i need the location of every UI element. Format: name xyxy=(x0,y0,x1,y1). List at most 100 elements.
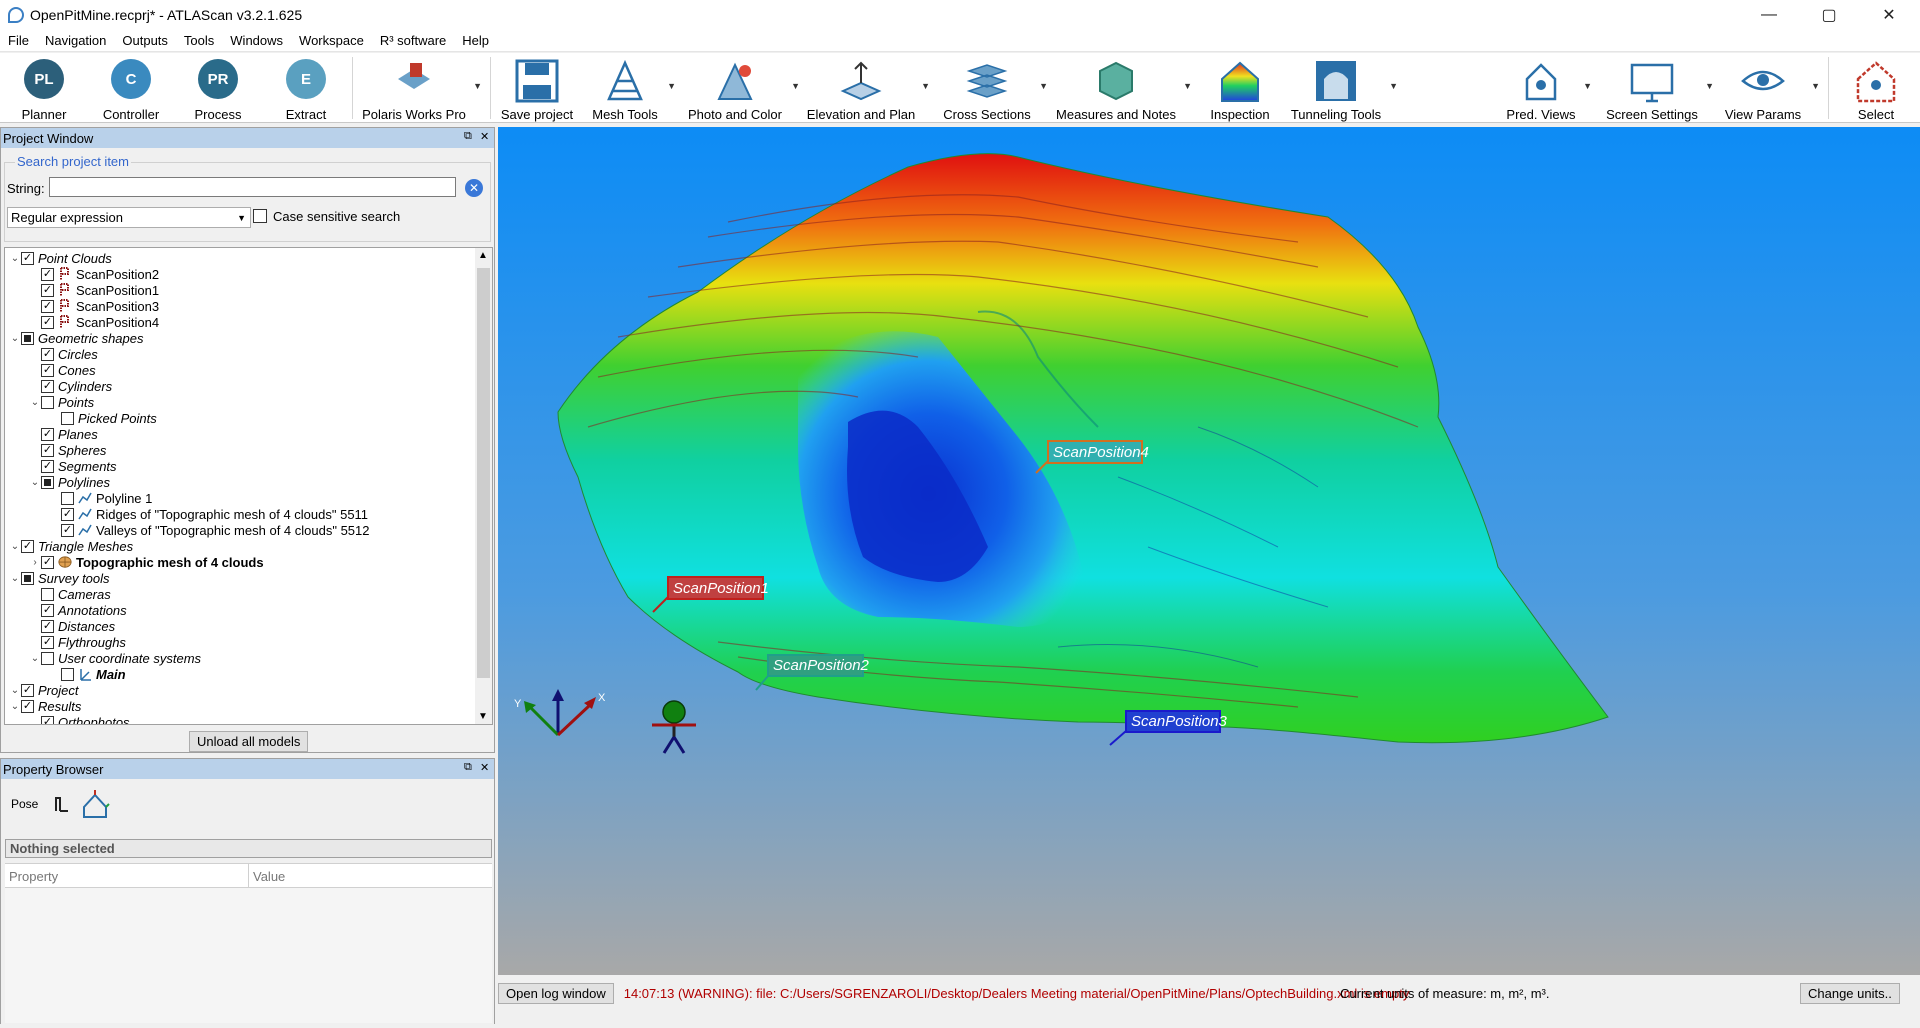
unload-all-models-button[interactable]: Unload all models xyxy=(189,731,309,752)
pred-views-dropdown-arrow[interactable]: ▼ xyxy=(1583,81,1592,91)
tree-item-checkbox[interactable]: ✓ xyxy=(41,267,54,281)
tree-item-checkbox[interactable]: ✓ xyxy=(41,363,54,377)
pred-views-button[interactable]: Pred. Views ▼ xyxy=(1506,53,1592,123)
scroll-down-arrow[interactable]: ▼ xyxy=(478,711,488,722)
tree-item[interactable]: ✓ ScanPosition4 xyxy=(29,314,159,330)
tree-item-checkbox[interactable]: ✓ xyxy=(41,619,54,633)
tree-item[interactable]: ✓ Circles xyxy=(29,346,98,362)
3d-viewport[interactable]: ScanPosition4 ScanPosition1 ScanPosition… xyxy=(498,127,1920,975)
tree-scrollbar[interactable]: ▲ ▼ xyxy=(475,248,492,724)
tree-item[interactable]: ✓ Annotations xyxy=(29,602,127,618)
tunneling-tools-button[interactable]: Tunneling Tools ▼ xyxy=(1290,53,1398,123)
menu-r3-software[interactable]: R³ software xyxy=(372,33,454,48)
tree-item[interactable]: ⌄ ✓ Point Clouds xyxy=(9,250,112,266)
tunneling-dropdown-arrow[interactable]: ▼ xyxy=(1389,81,1398,91)
tree-item-checkbox[interactable] xyxy=(61,411,74,425)
tree-item[interactable]: ✓ Orthophotos xyxy=(29,714,130,724)
close-pane-icon[interactable]: ✕ xyxy=(480,761,489,774)
search-mode-select[interactable]: Regular expression ▼ xyxy=(7,207,251,228)
tree-item-checkbox[interactable] xyxy=(41,587,54,601)
polaris-dropdown-arrow[interactable]: ▼ xyxy=(473,81,482,91)
tree-item-checkbox[interactable] xyxy=(41,651,54,665)
pose-button[interactable]: Pose xyxy=(5,795,44,813)
cross-sections-dropdown-arrow[interactable]: ▼ xyxy=(1039,81,1048,91)
tree-item[interactable]: ⌄ Polylines xyxy=(29,474,110,490)
cross-sections-button[interactable]: Cross Sections ▼ xyxy=(942,53,1048,123)
tree-item-checkbox[interactable]: ✓ xyxy=(61,523,74,537)
tree-item-checkbox[interactable] xyxy=(41,395,54,409)
expand-toggle-icon[interactable]: ⌄ xyxy=(29,653,41,664)
project-tree[interactable]: ⌄ ✓ Point Clouds ✓ ScanPosition2 ✓ ScanPositio… xyxy=(4,247,493,725)
tree-item[interactable]: ⌄ Points xyxy=(29,394,94,410)
scroll-thumb[interactable] xyxy=(477,268,490,678)
tree-item[interactable]: ✓ Planes xyxy=(29,426,98,442)
tree-item-checkbox[interactable]: ✓ xyxy=(41,635,54,649)
view-params-dropdown-arrow[interactable]: ▼ xyxy=(1811,81,1820,91)
tree-item[interactable]: ✓ Flythroughs xyxy=(29,634,126,650)
mesh-tools-button[interactable]: Mesh Tools ▼ xyxy=(590,53,676,123)
open-log-window-button[interactable]: Open log window xyxy=(498,982,614,1004)
tree-item-checkbox[interactable] xyxy=(61,667,74,681)
tree-item[interactable]: Polyline 1 xyxy=(49,490,152,506)
photo-and-color-button[interactable]: Photo and Color ▼ xyxy=(686,53,800,123)
tree-item-checkbox[interactable]: ✓ xyxy=(21,683,34,697)
screen-settings-dropdown-arrow[interactable]: ▼ xyxy=(1705,81,1714,91)
tree-item-checkbox[interactable]: ✓ xyxy=(41,299,54,313)
tree-item[interactable]: Main xyxy=(49,666,126,682)
search-input[interactable] xyxy=(49,177,456,197)
elevation-plan-dropdown-arrow[interactable]: ▼ xyxy=(921,81,930,91)
tree-item-checkbox[interactable]: ✓ xyxy=(41,603,54,617)
menu-help[interactable]: Help xyxy=(454,33,497,48)
case-sensitive-checkbox[interactable] xyxy=(253,209,267,223)
tree-item-checkbox[interactable] xyxy=(41,475,54,489)
tree-item[interactable]: ⌄ Survey tools xyxy=(9,570,110,586)
close-pane-icon[interactable]: ✕ xyxy=(480,130,489,143)
view-params-button[interactable]: View Params ▼ xyxy=(1722,53,1820,123)
controller-button[interactable]: C Controller xyxy=(100,53,162,123)
tree-item-checkbox[interactable]: ✓ xyxy=(41,315,54,329)
tree-item-checkbox[interactable] xyxy=(21,571,34,585)
menu-navigation[interactable]: Navigation xyxy=(37,33,114,48)
minimize-button[interactable]: — xyxy=(1746,0,1792,30)
tree-item[interactable]: ✓ ScanPosition1 xyxy=(29,282,159,298)
tree-item[interactable]: ✓ Distances xyxy=(29,618,115,634)
tree-item[interactable]: ✓ Cones xyxy=(29,362,96,378)
tree-item[interactable]: ✓ Spheres xyxy=(29,442,106,458)
tree-item-checkbox[interactable]: ✓ xyxy=(41,459,54,473)
tree-item[interactable]: ⌄ Geometric shapes xyxy=(9,330,144,346)
tree-item[interactable]: › ✓ Topographic mesh of 4 clouds xyxy=(29,554,263,570)
tree-item-checkbox[interactable]: ✓ xyxy=(41,347,54,361)
expand-toggle-icon[interactable]: ⌄ xyxy=(9,253,21,264)
value-column-header[interactable]: Value xyxy=(249,864,289,887)
mesh-tools-dropdown-arrow[interactable]: ▼ xyxy=(667,81,676,91)
photo-color-dropdown-arrow[interactable]: ▼ xyxy=(791,81,800,91)
tree-item-checkbox[interactable] xyxy=(61,491,74,505)
screen-settings-button[interactable]: Screen Settings ▼ xyxy=(1606,53,1714,123)
change-units-button[interactable]: Change units.. xyxy=(1800,982,1900,1004)
tree-item-checkbox[interactable]: ✓ xyxy=(41,283,54,297)
tree-item-checkbox[interactable]: ✓ xyxy=(21,251,34,265)
tree-item[interactable]: ✓ Ridges of "Topographic mesh of 4 clouds… xyxy=(49,506,368,522)
measures-notes-dropdown-arrow[interactable]: ▼ xyxy=(1183,81,1192,91)
tree-item-checkbox[interactable]: ✓ xyxy=(41,555,54,569)
menu-windows[interactable]: Windows xyxy=(222,33,291,48)
tree-item-checkbox[interactable]: ✓ xyxy=(41,427,54,441)
clear-search-icon[interactable]: ✕ xyxy=(465,179,483,197)
tree-item-checkbox[interactable]: ✓ xyxy=(21,539,34,553)
expand-toggle-icon[interactable]: ⌄ xyxy=(9,685,21,696)
extract-button[interactable]: E Extract xyxy=(282,53,330,123)
property-column-header[interactable]: Property xyxy=(5,864,249,887)
tree-item[interactable]: ✓ ScanPosition3 xyxy=(29,298,159,314)
tree-item[interactable]: ✓ Valleys of "Topographic mesh of 4 cloud… xyxy=(49,522,369,538)
expand-toggle-icon[interactable]: ⌄ xyxy=(9,573,21,584)
tree-item-checkbox[interactable]: ✓ xyxy=(61,507,74,521)
tree-item-checkbox[interactable]: ✓ xyxy=(21,699,34,713)
expand-toggle-icon[interactable]: ⌄ xyxy=(9,541,21,552)
float-pane-icon[interactable]: ⧉ xyxy=(464,761,472,774)
tree-item[interactable]: ⌄ ✓ Triangle Meshes xyxy=(9,538,133,554)
tree-item[interactable]: ✓ ScanPosition2 xyxy=(29,266,159,282)
expand-toggle-icon[interactable]: › xyxy=(29,557,41,568)
house-axes-icon[interactable] xyxy=(80,789,111,819)
scroll-up-arrow[interactable]: ▲ xyxy=(478,250,488,261)
maximize-button[interactable]: ▢ xyxy=(1806,0,1852,30)
